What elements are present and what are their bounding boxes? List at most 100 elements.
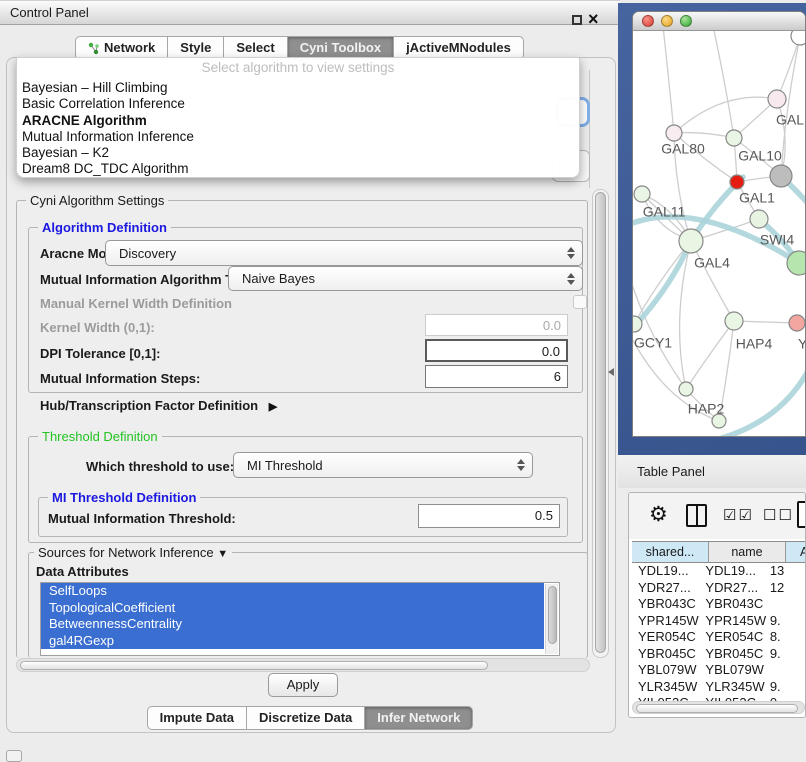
graph-node[interactable] [666, 125, 682, 141]
tab-label: Discretize Data [259, 707, 352, 729]
expander-right-icon[interactable]: ▶ [269, 401, 277, 413]
table-row[interactable]: YDL19...YDL19...13 [632, 563, 806, 580]
table-row[interactable]: YPR145WYPR145W9. [632, 613, 806, 630]
settings-horizontal-scrollbar[interactable] [16, 658, 590, 672]
graph-edge[interactable] [686, 321, 734, 389]
graph-edge[interactable] [713, 31, 734, 138]
network-graph-canvas[interactable]: GALGAL80GAL10GAL1GAL11SWI4GAL4GCY1HAP4YH… [633, 31, 806, 437]
kernel-width-field[interactable]: 0.0 [425, 314, 568, 336]
graph-node[interactable] [679, 382, 693, 396]
control-panel-title: Control Panel [10, 5, 89, 20]
collapse-down-icon[interactable]: ▼ [217, 548, 228, 560]
table-row[interactable]: YLR345WYLR345W9. [632, 679, 806, 696]
algorithm-menu-item[interactable]: Bayesian – Hill Climbing [17, 80, 579, 96]
table-cell [767, 596, 806, 613]
which-threshold-label: Which threshold to use: [86, 459, 234, 474]
data-attributes-list[interactable]: SelfLoopsTopologicalCoefficientBetweenne… [40, 582, 560, 656]
column-header-3[interactable]: A [786, 542, 806, 562]
graph-node[interactable] [789, 315, 805, 331]
split-columns-icon[interactable] [686, 504, 707, 527]
graph-edge[interactable] [633, 271, 686, 389]
algorithm-menu-item[interactable]: Mutual Information Inference [17, 129, 579, 145]
gear-icon[interactable]: ⚙ [649, 502, 668, 527]
graph-node[interactable] [787, 251, 806, 275]
tab-label: Style [180, 37, 211, 59]
close-traffic-light[interactable] [642, 15, 654, 27]
mi-type-select[interactable]: Naive Bayes [228, 266, 583, 291]
tab-impute-data[interactable]: Impute Data [147, 706, 247, 730]
graph-edge[interactable] [781, 36, 800, 176]
attribute-list-item[interactable]: BetweennessCentrality [41, 616, 544, 633]
attribute-list-item[interactable]: TopologicalCoefficient [41, 600, 544, 617]
attribute-list-item[interactable]: SelfLoops [41, 583, 544, 600]
stepper-arrows-icon [567, 247, 575, 259]
tab-discretize-data[interactable]: Discretize Data [247, 706, 365, 730]
tab-infer-network[interactable]: Infer Network [365, 706, 473, 730]
mi-threshold-field[interactable]: 0.5 [418, 504, 560, 528]
list-scrollbar[interactable] [545, 584, 558, 654]
algorithm-menu-item[interactable]: ARACNE Algorithm [17, 113, 579, 129]
table-cell: YBR043C [632, 596, 699, 613]
graph-edge[interactable] [663, 31, 674, 133]
graph-edge[interactable] [674, 97, 777, 133]
graph-node[interactable] [730, 175, 744, 189]
zoom-traffic-light[interactable] [680, 15, 692, 27]
dpi-tolerance-field[interactable]: 0.0 [425, 339, 568, 362]
graph-node[interactable] [770, 165, 792, 187]
graph-node[interactable] [768, 90, 786, 108]
table-horizontal-scrollbar[interactable] [632, 701, 805, 714]
graph-node[interactable] [791, 31, 806, 45]
table-row[interactable]: YBR043CYBR043C [632, 596, 806, 613]
select-all-columns-icon[interactable]: ☑☑ [723, 506, 754, 524]
table-cell: YBR045C [699, 646, 766, 663]
graph-edge[interactable] [691, 241, 734, 321]
table-cell: 13 [767, 563, 806, 580]
graph-node[interactable] [634, 186, 650, 202]
mi-threshold-label: Mutual Information Threshold: [48, 511, 236, 526]
table-row[interactable]: YDR27...YDR27...12 [632, 580, 806, 597]
float-window-icon[interactable] [572, 15, 582, 25]
close-icon[interactable]: × [588, 9, 599, 29]
mi-steps-field[interactable]: 6 [425, 365, 568, 388]
algorithm-dropdown-menu: Select algorithm to view settings Bayesi… [16, 57, 580, 178]
manual-kernel-label: Manual Kernel Width Definition [40, 296, 232, 311]
aracne-mode-select[interactable]: Discovery [105, 240, 583, 266]
table-cell: YDL19... [699, 563, 766, 580]
table-row[interactable]: YER054CYER054C8. [632, 629, 806, 646]
tab-label: Cyni Toolbox [300, 37, 381, 59]
graph-node[interactable] [750, 210, 768, 228]
settings-vertical-scrollbar[interactable] [592, 189, 609, 658]
hub-definition-expander[interactable]: Hub/Transcription Factor Definition ▶ [40, 398, 277, 413]
column-header-2[interactable]: name [709, 542, 786, 562]
tab-label: Impute Data [160, 707, 234, 729]
minimized-panel-icon[interactable] [6, 750, 22, 762]
unselect-all-columns-icon[interactable]: ☐☐ [763, 506, 794, 524]
minimize-traffic-light[interactable] [661, 15, 673, 27]
dpi-tolerance-label: DPI Tolerance [0,1]: [40, 346, 160, 361]
graph-edge[interactable] [674, 133, 734, 138]
table-row[interactable]: YBL079WYBL079W [632, 662, 806, 679]
export-table-icon[interactable] [797, 501, 806, 528]
graph-node[interactable] [679, 229, 703, 253]
node-label: GAL11 [643, 204, 686, 220]
table-header-row: shared...nameA [632, 541, 806, 563]
algorithm-menu-item[interactable]: Bayesian – K2 [17, 145, 579, 161]
graph-node[interactable] [726, 130, 742, 146]
table-row[interactable]: YBR045CYBR045C9. [632, 646, 806, 663]
node-label: GAL1 [739, 190, 775, 206]
splitter-collapse-icon[interactable] [608, 368, 614, 376]
graph-edge[interactable] [777, 36, 800, 99]
algorithm-menu-item[interactable]: Basic Correlation Inference [17, 96, 579, 112]
sources-group-title[interactable]: Sources for Network Inference ▼ [34, 545, 232, 560]
apply-button[interactable]: Apply [268, 673, 338, 697]
which-threshold-select[interactable]: MI Threshold [233, 452, 533, 478]
node-label: GAL [776, 112, 804, 128]
algorithm-menu-item[interactable]: Dream8 DC_TDC Algorithm [17, 161, 579, 177]
network-window-titlebar[interactable] [633, 12, 805, 31]
graph-node[interactable] [725, 312, 743, 330]
data-attributes-label: Data Attributes [36, 564, 129, 579]
attribute-list-item[interactable]: gal4RGexp [41, 633, 544, 650]
column-header-1[interactable]: shared... [632, 542, 709, 562]
algorithm-definition-title: Algorithm Definition [38, 220, 171, 235]
manual-kernel-checkbox[interactable] [573, 295, 587, 309]
